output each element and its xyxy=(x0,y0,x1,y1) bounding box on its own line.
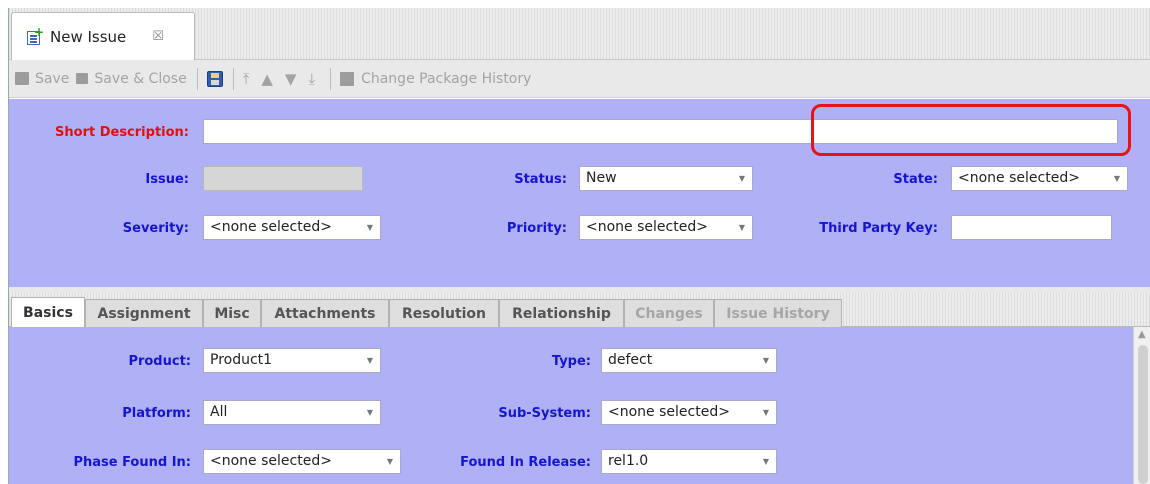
state-value: <none selected> xyxy=(958,170,1080,186)
save-close-icon xyxy=(76,73,89,84)
status-select[interactable]: New ▼ xyxy=(579,166,753,191)
scroll-up-icon[interactable]: ▲ xyxy=(1138,329,1146,340)
scrollbar-thumb[interactable] xyxy=(1138,345,1148,484)
save-close-label: Save & Close xyxy=(94,70,187,87)
toolbar-separator xyxy=(196,67,198,90)
new-issue-tab[interactable]: + New Issue ☒ xyxy=(11,12,195,60)
state-label: State: xyxy=(893,172,938,187)
status-value: New xyxy=(586,170,617,186)
type-select[interactable]: defect ▼ xyxy=(601,348,777,373)
tab-misc[interactable]: Misc xyxy=(203,299,261,327)
move-last-icon[interactable]: ⤓ xyxy=(308,70,315,88)
toolbar-separator xyxy=(232,67,234,90)
phase-found-value: <none selected> xyxy=(210,453,332,469)
dropdown-arrow-icon: ▼ xyxy=(366,408,373,417)
third-party-key-label: Third Party Key: xyxy=(819,221,938,236)
vertical-scrollbar[interactable]: ▲ xyxy=(1133,327,1150,484)
dropdown-arrow-icon: ▼ xyxy=(386,457,393,466)
toolbar: Save Save & Close ⤒ ▲ ▼ ⤓ Change Package… xyxy=(9,60,1150,98)
toolbar-separator xyxy=(330,67,332,90)
dropdown-arrow-icon: ▼ xyxy=(1113,174,1120,183)
new-document-icon: + xyxy=(25,26,44,46)
dropdown-arrow-icon: ▼ xyxy=(762,356,769,365)
tab-issue-history: Issue History xyxy=(714,299,842,327)
issue-label: Issue: xyxy=(145,172,189,187)
short-description-label: Short Description: xyxy=(55,125,189,140)
type-value: defect xyxy=(608,352,653,368)
platform-select[interactable]: All ▼ xyxy=(203,400,381,425)
severity-select[interactable]: <none selected> ▼ xyxy=(203,215,381,240)
change-package-history-label: Change Package History xyxy=(361,70,532,87)
issue-window: + New Issue ☒ Save Save & Close ⤒ ▲ ▼ ⤓ … xyxy=(8,8,1150,484)
tab-title: New Issue xyxy=(50,27,127,46)
product-label: Product: xyxy=(128,354,191,369)
dropdown-arrow-icon: ▼ xyxy=(762,457,769,466)
save-button[interactable]: Save xyxy=(15,71,69,87)
floppy-disk-icon xyxy=(206,70,223,87)
move-first-icon[interactable]: ⤒ xyxy=(243,70,250,88)
editor-tab-strip: + New Issue ☒ xyxy=(9,8,1150,60)
detail-tab-strip: Basics Assignment Misc Attachments Resol… xyxy=(9,293,1150,327)
found-release-select[interactable]: rel1.0 ▼ xyxy=(601,449,777,474)
package-icon xyxy=(340,71,355,86)
type-label: Type: xyxy=(551,354,591,369)
tab-assignment[interactable]: Assignment xyxy=(85,299,203,327)
move-down-icon[interactable]: ▼ xyxy=(285,70,297,88)
subsystem-value: <none selected> xyxy=(608,404,730,420)
found-release-label: Found In Release: xyxy=(460,455,591,470)
platform-label: Platform: xyxy=(122,406,191,421)
product-select[interactable]: Product1 ▼ xyxy=(203,348,381,373)
found-release-value: rel1.0 xyxy=(608,453,649,469)
basics-panel: Product: Product1 ▼ Type: defect ▼ Platf… xyxy=(9,327,1133,484)
dropdown-arrow-icon: ▼ xyxy=(738,223,745,232)
issue-id-field xyxy=(203,166,363,191)
tab-attachments[interactable]: Attachments xyxy=(261,299,389,327)
state-select[interactable]: <none selected> ▼ xyxy=(951,166,1128,191)
dropdown-arrow-icon: ▼ xyxy=(366,356,373,365)
subsystem-label: Sub-System: xyxy=(498,406,591,421)
dropdown-arrow-icon: ▼ xyxy=(366,223,373,232)
tab-relationship[interactable]: Relationship xyxy=(499,299,624,327)
close-icon[interactable]: ☒ xyxy=(152,29,164,44)
phase-found-select[interactable]: <none selected> ▼ xyxy=(203,449,401,474)
subsystem-select[interactable]: <none selected> ▼ xyxy=(601,400,777,425)
save-close-button[interactable]: Save & Close xyxy=(76,70,187,87)
save-disk-button[interactable] xyxy=(206,70,223,87)
save-icon xyxy=(15,72,29,85)
severity-value: <none selected> xyxy=(210,219,332,235)
dropdown-arrow-icon: ▼ xyxy=(762,408,769,417)
tab-resolution[interactable]: Resolution xyxy=(389,299,499,327)
tab-basics[interactable]: Basics xyxy=(11,297,85,327)
priority-select[interactable]: <none selected> ▼ xyxy=(579,215,753,240)
change-package-history-button[interactable]: Change Package History xyxy=(340,71,531,87)
priority-label: Priority: xyxy=(506,221,567,236)
move-up-icon[interactable]: ▲ xyxy=(261,70,273,88)
product-value: Product1 xyxy=(210,352,273,368)
severity-label: Severity: xyxy=(122,221,189,236)
third-party-key-input[interactable] xyxy=(951,215,1112,240)
dropdown-arrow-icon: ▼ xyxy=(738,174,745,183)
priority-value: <none selected> xyxy=(586,219,708,235)
phase-found-label: Phase Found In: xyxy=(73,455,191,470)
highlight-annotation xyxy=(811,104,1131,156)
platform-value: All xyxy=(210,404,228,420)
status-label: Status: xyxy=(514,172,567,187)
save-label: Save xyxy=(35,70,70,87)
tab-changes: Changes xyxy=(624,299,714,327)
